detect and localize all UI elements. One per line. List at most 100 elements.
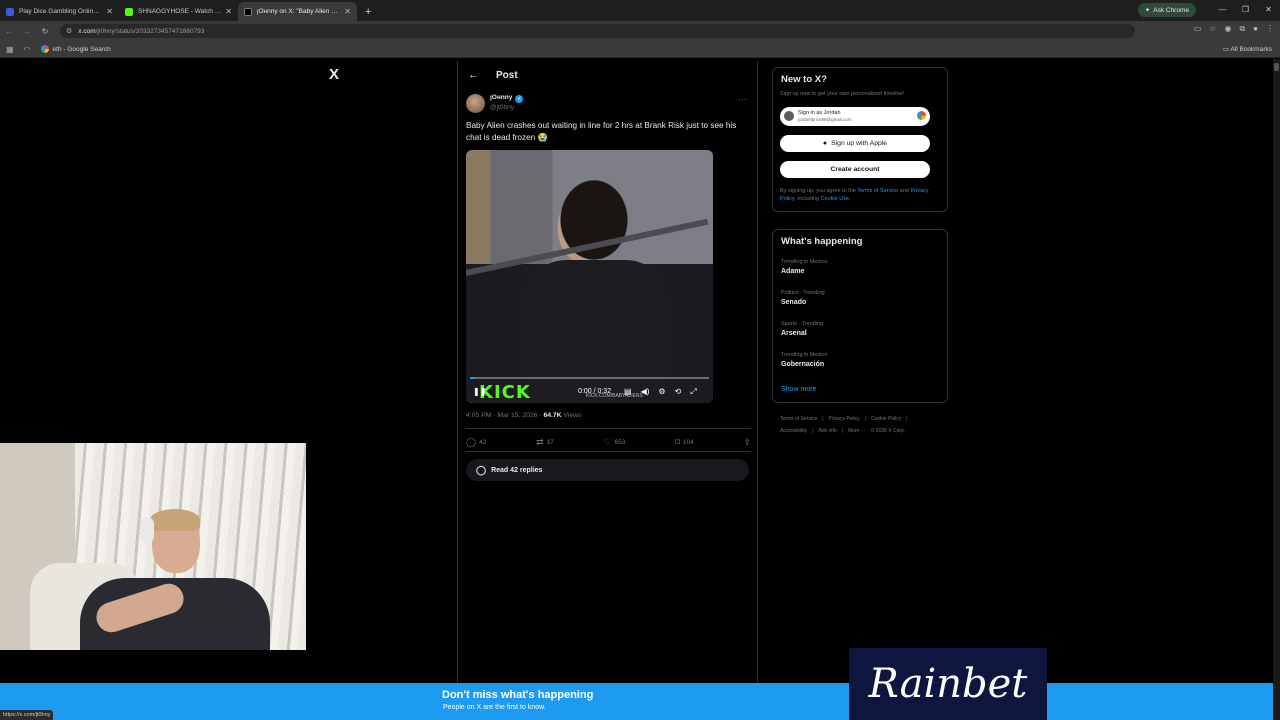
toolbar-icons: ▭ ☆ ◉ ⧉ ● ⋮ bbox=[1194, 24, 1274, 34]
google-signin-button[interactable]: Sign in as Jordan jordanfprice88@gmail.c… bbox=[780, 107, 930, 126]
trend-item[interactable]: Trending in Mexico Gobernación bbox=[781, 352, 827, 368]
bookmark-eth[interactable]: eth - Google Search bbox=[40, 45, 111, 53]
captions-icon[interactable]: ▤ bbox=[624, 387, 632, 397]
repost-button[interactable]: ⇄ 17 bbox=[536, 437, 554, 448]
puzzle-icon[interactable]: ⧉ bbox=[1239, 24, 1245, 34]
tab-dice[interactable]: Play Dice Gambling Online - Di ✕ bbox=[0, 2, 119, 21]
author-name-row[interactable]: ȷOнnny ✓ bbox=[490, 94, 524, 103]
terms-link[interactable]: Terms of Service bbox=[857, 188, 898, 194]
loop-icon[interactable]: ⟲ bbox=[675, 387, 682, 397]
minimize-icon[interactable]: — bbox=[1211, 0, 1234, 20]
footer-link[interactable]: Cookie Policy bbox=[871, 416, 901, 422]
tab-x-post[interactable]: ȷOнnny on X: "Baby Alien crash ✕ bbox=[238, 2, 357, 21]
x-favicon-icon bbox=[244, 7, 252, 16]
like-button[interactable]: ♡ 653 bbox=[604, 437, 626, 448]
reply-button[interactable]: ◯ 42 bbox=[466, 437, 486, 448]
show-more-link[interactable]: Show more bbox=[781, 386, 816, 393]
trend-name: Senado bbox=[781, 299, 807, 306]
all-bookmarks-button[interactable]: ▭ All Bookmarks bbox=[1223, 45, 1272, 53]
ask-chrome-button[interactable]: ✦ Ask Chrome bbox=[1137, 3, 1196, 17]
apple-signup-label: Sign up with Apple bbox=[831, 140, 888, 147]
signup-terms: By signing up, you agree to the Terms of… bbox=[780, 187, 945, 203]
more-options-icon[interactable]: ··· bbox=[738, 94, 747, 104]
x-logo[interactable]: X bbox=[329, 66, 339, 83]
bookmark-icon: ⌑ bbox=[675, 437, 680, 447]
footer-separator: | bbox=[864, 416, 866, 422]
footer-link[interactable]: Ads info bbox=[819, 428, 837, 434]
signup-card: New to X? Sign up now to get your own pe… bbox=[772, 67, 948, 212]
footer-separator: | bbox=[822, 416, 824, 422]
repost-count: 17 bbox=[546, 439, 554, 446]
trend-name: Arsenal bbox=[781, 330, 807, 337]
url-input[interactable]: ⚙ x.com /jt0hny/status/20332734574718607… bbox=[60, 24, 1135, 38]
terms-text: , including bbox=[794, 196, 821, 202]
trend-item[interactable]: Politics · Trending Senado bbox=[781, 290, 825, 306]
settings-icon[interactable]: ⚙ bbox=[658, 387, 665, 397]
address-bar-row: ← → ↻ ⚙ x.com /jt0hny/status/20332734574… bbox=[0, 21, 1280, 41]
signup-subtitle: Sign up now to get your own personalized… bbox=[780, 91, 905, 97]
new-tab-button[interactable]: + bbox=[365, 2, 371, 21]
menu-icon[interactable]: ⋮ bbox=[1266, 24, 1274, 34]
bookmark-count: 104 bbox=[682, 439, 694, 446]
restore-icon[interactable]: ❐ bbox=[1234, 0, 1257, 20]
reload-icon[interactable]: ↻ bbox=[36, 27, 54, 36]
pause-icon[interactable]: ❚❚ bbox=[473, 387, 486, 396]
star-icon[interactable]: ☆ bbox=[1209, 24, 1216, 34]
back-icon[interactable]: ← bbox=[0, 27, 18, 36]
cast-icon[interactable]: ▭ bbox=[1194, 24, 1202, 34]
signup-banner[interactable]: Don't miss what's happening People on X … bbox=[0, 683, 1273, 720]
close-icon[interactable]: ✕ bbox=[344, 7, 351, 16]
close-icon[interactable]: ✕ bbox=[106, 7, 113, 16]
footer-link[interactable]: More ··· bbox=[848, 428, 866, 434]
cookie-link[interactable]: Cookie Use. bbox=[821, 196, 851, 202]
trend-name: Gobernación bbox=[781, 361, 825, 368]
author-handle[interactable]: @jt0hny bbox=[490, 104, 514, 111]
apple-icon: ● bbox=[822, 140, 828, 147]
timestamp-text[interactable]: 4:05 PM · Mar 15, 2026 · bbox=[466, 412, 543, 419]
page-scrollbar[interactable] bbox=[1273, 59, 1280, 720]
url-host: x.com bbox=[78, 27, 96, 35]
video-progress-bar[interactable] bbox=[470, 377, 709, 379]
profile-icon[interactable]: ● bbox=[1253, 24, 1258, 34]
read-replies-button[interactable]: ◯ Read 42 replies bbox=[466, 459, 749, 481]
video-player[interactable]: KICK KICK.COM/BABYALIENS ❚❚ 0:00 / 0:32 … bbox=[466, 150, 713, 403]
terms-text: and bbox=[898, 188, 911, 194]
share-button[interactable]: ⇪ bbox=[743, 437, 751, 448]
footer-copyright: © 2026 X Corp. bbox=[870, 428, 906, 434]
tab-kick[interactable]: SHNAGGYHOSE - Watch clips o ✕ bbox=[119, 2, 238, 21]
close-icon[interactable]: ✕ bbox=[225, 7, 232, 16]
avatar[interactable] bbox=[466, 94, 485, 113]
like-count: 653 bbox=[614, 439, 626, 446]
footer-link[interactable]: Accessibility bbox=[780, 428, 807, 434]
divider bbox=[466, 451, 751, 452]
tab-group-icon[interactable]: ◠ bbox=[24, 45, 31, 54]
fullscreen-icon[interactable]: ⤢ bbox=[690, 387, 696, 397]
site-info-icon[interactable]: ⚙ bbox=[66, 27, 72, 35]
extension-icon[interactable]: ◉ bbox=[1224, 24, 1231, 34]
post-header: ← Post bbox=[468, 69, 518, 81]
verified-icon: ✓ bbox=[515, 95, 524, 103]
footer-separator: | bbox=[906, 416, 908, 422]
forward-icon[interactable]: → bbox=[18, 27, 36, 36]
close-window-icon[interactable]: ✕ bbox=[1257, 0, 1280, 20]
volume-icon[interactable]: ◀) bbox=[641, 387, 650, 397]
trend-item[interactable]: Sports · Trending Arsenal bbox=[781, 321, 823, 337]
create-account-button[interactable]: Create account bbox=[780, 161, 930, 178]
dice-favicon-icon bbox=[6, 7, 14, 16]
bookmarks-bar: ▦ ◠ eth - Google Search ▭ All Bookmarks bbox=[0, 41, 1280, 58]
video-frame-person bbox=[526, 260, 666, 403]
back-arrow-icon[interactable]: ← bbox=[468, 69, 479, 81]
page-title: Post bbox=[496, 69, 518, 81]
read-replies-label: Read 42 replies bbox=[491, 466, 543, 474]
scrollbar-thumb[interactable] bbox=[1274, 63, 1279, 71]
apple-signup-button[interactable]: ● Sign up with Apple bbox=[780, 135, 930, 152]
video-controls: ▤ ◀) ⚙ ⟲ ⤢ bbox=[624, 387, 697, 397]
footer-link[interactable]: Terms of Service bbox=[780, 416, 817, 422]
apps-icon[interactable]: ▦ bbox=[6, 45, 14, 54]
bookmark-button[interactable]: ⌑ 104 bbox=[675, 437, 693, 448]
bookmark-label: eth - Google Search bbox=[52, 45, 111, 53]
google-signin-name: Sign in as Jordan bbox=[798, 110, 841, 116]
footer-link[interactable]: Privacy Policy bbox=[829, 416, 860, 422]
footer-separator: | bbox=[812, 428, 814, 434]
trend-item[interactable]: Trending in Mexico Adame bbox=[781, 259, 827, 275]
